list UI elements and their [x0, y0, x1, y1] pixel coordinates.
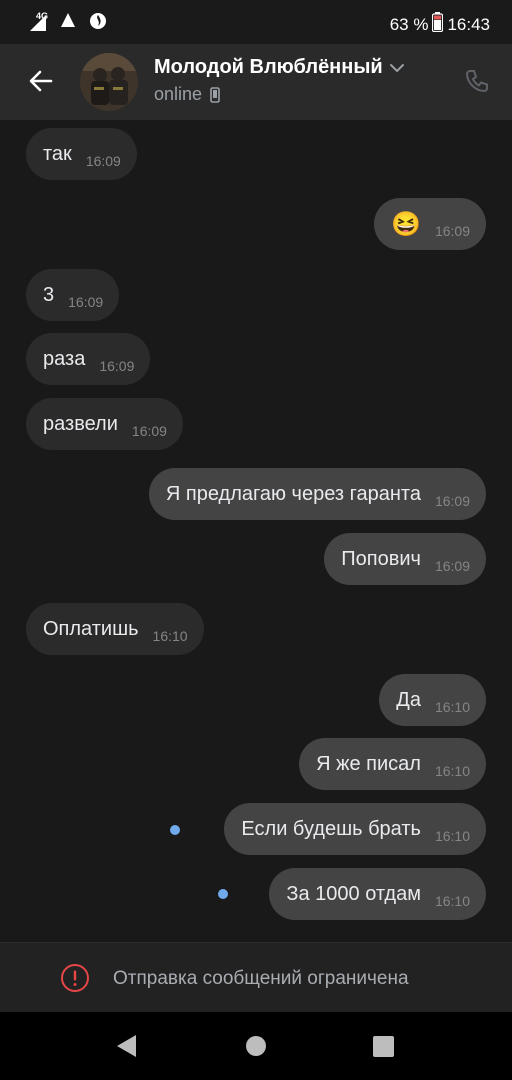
unread-indicator — [218, 889, 228, 899]
status-bar: 4G 63 % 16:43 — [0, 0, 512, 44]
message-time: 16:09 — [85, 153, 121, 169]
message-time: 16:09 — [434, 223, 470, 239]
message-time: 16:10 — [434, 699, 470, 715]
mobile-device-icon — [210, 86, 220, 103]
message-bubble[interactable]: Я же писал 16:10 — [299, 738, 486, 790]
phone-icon — [466, 70, 488, 92]
system-navigation-bar — [0, 1012, 512, 1080]
message-bubble[interactable]: Если будешь брать 16:10 — [224, 803, 486, 855]
message-text: так — [43, 142, 72, 165]
battery-icon — [432, 12, 444, 37]
back-button[interactable] — [26, 66, 56, 96]
clock: 16:43 — [447, 14, 490, 34]
fire-icon — [88, 10, 108, 35]
restriction-banner: Отправка сообщений ограничена — [0, 942, 512, 1012]
nav-back-button[interactable] — [116, 1034, 138, 1063]
back-arrow-icon — [29, 70, 53, 92]
message-time: 16:09 — [434, 493, 470, 509]
message-bubble[interactable]: так 16:09 — [26, 128, 137, 180]
message-text: развели — [43, 412, 118, 435]
signal-icon: 4G — [28, 10, 49, 33]
message-time: 16:10 — [434, 893, 470, 909]
chat-name: Молодой Влюблённый — [154, 56, 383, 78]
message-text: Я же писал — [316, 752, 421, 775]
warning-icon — [61, 964, 89, 992]
message-text: раза — [43, 347, 86, 370]
chat-title[interactable]: Молодой Влюблённый — [154, 56, 405, 79]
message-bubble[interactable]: Я предлагаю через гаранта 16:09 — [148, 468, 486, 520]
message-text: За 1000 отдам — [286, 882, 421, 905]
unread-indicator — [170, 825, 180, 835]
battery-percent: 63 % — [389, 14, 429, 34]
message-time: 16:09 — [131, 423, 167, 439]
message-text: 3 — [43, 283, 55, 306]
message-bubble[interactable]: 😆 16:09 — [374, 198, 486, 250]
chat-header: Молодой Влюблённый online — [0, 44, 512, 120]
message-bubble[interactable]: 3 16:09 — [26, 269, 120, 321]
message-text: Да — [396, 688, 421, 711]
restriction-text: Отправка сообщений ограничена — [113, 968, 409, 989]
nav-recents-icon[interactable] — [373, 1036, 394, 1057]
message-time: 16:09 — [68, 294, 104, 310]
message-bubble[interactable]: Оплатишь 16:10 — [26, 603, 204, 655]
message-time: 16:10 — [434, 763, 470, 779]
message-bubble[interactable]: Попович 16:09 — [324, 533, 486, 585]
message-time: 16:10 — [152, 628, 188, 644]
message-text: Попович — [341, 547, 421, 570]
network-label: 4G — [36, 10, 49, 21]
avatar[interactable] — [80, 53, 138, 111]
chevron-down-icon[interactable] — [389, 62, 405, 74]
chat-status: online — [154, 84, 220, 105]
message-text: Если будешь брать — [241, 817, 421, 840]
message-bubble[interactable]: Да 16:10 — [379, 674, 486, 726]
message-bubble[interactable]: За 1000 отдам 16:10 — [269, 868, 486, 920]
message-bubble[interactable]: развели 16:09 — [26, 398, 183, 450]
message-time: 16:10 — [434, 828, 470, 844]
message-bubble[interactable]: раза 16:09 — [26, 333, 151, 385]
online-status: online — [154, 84, 203, 104]
message-list[interactable]: так 16:09 😆 16:09 3 16:09 раза 16:09 раз… — [0, 120, 512, 940]
nav-home-icon[interactable] — [246, 1036, 266, 1056]
message-text: Оплатишь — [43, 617, 139, 640]
message-time: 16:09 — [99, 358, 135, 374]
nav-back-icon — [117, 1035, 136, 1057]
message-time: 16:09 — [434, 558, 470, 574]
emoji-message: 😆 — [391, 210, 421, 238]
wifi-icon — [60, 11, 76, 34]
message-text: Я предлагаю через гаранта — [165, 482, 421, 505]
call-button[interactable] — [464, 68, 490, 99]
